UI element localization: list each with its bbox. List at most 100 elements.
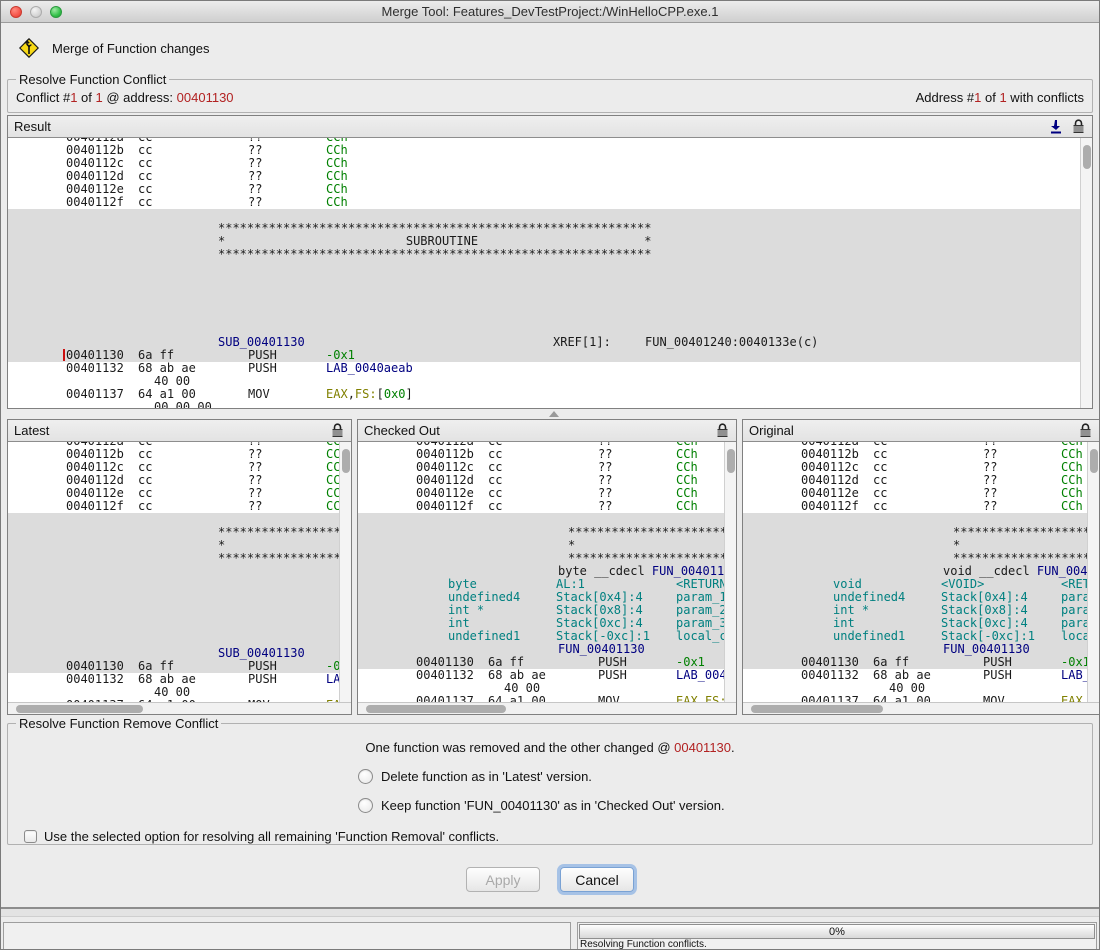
radio-label: Delete function as in 'Latest' version. [381,769,592,784]
original-vertical-scrollbar[interactable] [1087,442,1099,702]
splitter-handle-icon[interactable] [549,411,559,417]
listing-row: 0040112ccc??CCh [8,461,351,474]
scrollbar-thumb[interactable] [366,705,506,713]
resolve-function-remove-conflict-group: Resolve Function Remove Conflict One fun… [7,723,1093,845]
function-highlight-band: ****************************************… [8,209,1092,362]
checked-out-panel-header: Checked Out [358,420,736,442]
status-message-box [3,922,571,950]
listing-row: 0040112bcc??CCh [8,448,351,461]
group-legend: Resolve Function Conflict [16,72,169,87]
checked-out-panel-title: Checked Out [364,423,440,438]
dialog-buttons: Apply Cancel [1,867,1099,892]
listing-row: 0040113764 a1 00MOVEAX,FS:[0x0] [743,695,1099,702]
merge-sign-icon [19,38,39,58]
original-listing[interactable]: 0040112acc??CCh 0040112bcc??CCh 0040112c… [743,442,1099,702]
checkbox-label: Use the selected option for resolving al… [44,829,499,844]
option-delete-function[interactable]: Delete function as in 'Latest' version. [358,769,1092,784]
result-panel-header: Result [8,116,1092,138]
status-divider [1,907,1099,917]
function-param: intStack[0xc]:4param_3 [743,617,1099,630]
scrollbar-thumb[interactable] [727,449,735,473]
checked-out-panel: Checked Out 0040112acc??CCh 0040112bcc??… [357,419,737,715]
listing-row: 0040112dcc??CCh [8,170,1092,183]
listing-row: 0040112dcc??CCh [743,474,1099,487]
progress-box: 0% Resolving Function conflicts. [577,922,1097,950]
cursor-caret [63,349,65,361]
listing-row: 0040112ecc??CCh [8,183,1092,196]
latest-horizontal-scrollbar[interactable] [8,702,351,714]
function-param: undefined1Stack[-0xc]:1local_c [743,630,1099,643]
listing-row: 0040112fcc??CCh [8,196,1092,209]
merge-phase-header: Merge of Function changes [19,36,210,60]
checkbox[interactable] [24,830,37,843]
resolve-function-conflict-group: Resolve Function Conflict Conflict #1 of… [7,79,1093,113]
panel-splitter[interactable] [1,409,1099,419]
conflict-counter: Conflict #1 of 1 @ address: 00401130 [16,90,234,105]
scrollbar-thumb[interactable] [1090,449,1098,473]
address-counter: Address #1 of 1 with conflicts [916,90,1084,105]
result-panel-title: Result [14,119,51,134]
latest-vertical-scrollbar[interactable] [339,442,351,702]
latest-listing[interactable]: 0040112acc??CCh 0040112bcc??CCh 0040112c… [8,442,351,702]
apply-button[interactable]: Apply [466,867,540,892]
window-title: Merge Tool: Features_DevTestProject:/Win… [1,4,1099,19]
scrollbar-thumb[interactable] [342,449,350,473]
scrollbar-thumb[interactable] [1083,145,1091,169]
lock-icon[interactable] [1077,423,1093,439]
use-for-all-option[interactable]: Use the selected option for resolving al… [24,829,1092,844]
checked-out-horizontal-scrollbar[interactable] [358,702,736,714]
function-param: void<VOID><RETURN> [743,578,1099,591]
listing-row: 0040112ccc??CCh [8,157,1092,170]
status-bar: 0% Resolving Function conflicts. [3,922,1097,950]
progress-bar: 0% [579,924,1095,939]
listing-row: 00 00 00 [8,401,1092,408]
function-param: undefined1Stack[-0xc]:1local_c [358,630,736,643]
listing-row: 0040113764 a1 00MOVEAX,FS:[0x0] [358,695,736,702]
radio-label: Keep function 'FUN_00401130' as in 'Chec… [381,798,725,813]
original-panel-title: Original [749,423,794,438]
listing-row: 0040112fcc??CCh [743,500,1099,513]
radio-button[interactable] [358,798,373,813]
original-panel-header: Original [743,420,1099,442]
latest-panel-header: Latest [8,420,351,442]
progress-message: Resolving Function conflicts. [579,939,1095,950]
listing-row: 0040112ecc??CCh [743,487,1099,500]
listing-row: 0040112ecc??CCh [8,487,351,500]
merge-phase-title: Merge of Function changes [52,41,210,56]
function-param: int *Stack[0x8]:4param_2 [743,604,1099,617]
original-horizontal-scrollbar[interactable] [743,702,1099,714]
original-panel: Original 0040112acc??CCh 0040112bcc??CCh… [742,419,1100,715]
label-row: FUN_00401130 [743,643,1099,656]
function-signature: void __cdecl FUN_00401130 [743,565,1099,578]
lock-icon[interactable] [1070,119,1086,135]
radio-button[interactable] [358,769,373,784]
result-listing[interactable]: 0040112acc??CCh 0040112bcc??CCh 0040112c… [8,138,1092,408]
scrollbar-thumb[interactable] [751,705,883,713]
cancel-button[interactable]: Cancel [560,867,634,892]
checked-out-vertical-scrollbar[interactable] [724,442,736,702]
conflict-message: One function was removed and the other c… [8,740,1092,755]
listing-row: 0040112bcc??CCh [743,448,1099,461]
merge-tool-window: Merge Tool: Features_DevTestProject:/Win… [0,0,1100,950]
option-keep-function[interactable]: Keep function 'FUN_00401130' as in 'Chec… [358,798,1092,813]
lock-icon[interactable] [714,423,730,439]
plate-comment: ****************************************… [8,248,1092,261]
listing-row: 0040112dcc??CCh [8,474,351,487]
apply-down-arrow-icon[interactable] [1048,119,1064,135]
lock-icon[interactable] [329,423,345,439]
function-highlight-band: ****************************************… [8,513,351,673]
listing-row: 0040112fcc??CCh [8,500,351,513]
title-bar[interactable]: Merge Tool: Features_DevTestProject:/Win… [1,1,1099,23]
result-vertical-scrollbar[interactable] [1080,138,1092,408]
compare-panels: Latest 0040112acc??CCh 0040112bcc??CCh 0… [7,419,1100,715]
result-panel: Result 0040112acc??CCh 0040112bcc??CCh 0… [7,115,1093,409]
function-highlight-band: ****************************************… [743,513,1099,669]
plate-comment: ****************************************… [8,552,351,565]
checked-out-listing[interactable]: 0040112acc??CCh 0040112bcc??CCh 0040112c… [358,442,736,702]
listing-row: 0040112bcc??CCh [8,144,1092,157]
group-legend: Resolve Function Remove Conflict [16,716,221,731]
listing-row: 0040112ccc??CCh [743,461,1099,474]
scrollbar-thumb[interactable] [16,705,143,713]
latest-panel: Latest 0040112acc??CCh 0040112bcc??CCh 0… [7,419,352,715]
function-param: undefined4Stack[0x4]:4param_1 [743,591,1099,604]
